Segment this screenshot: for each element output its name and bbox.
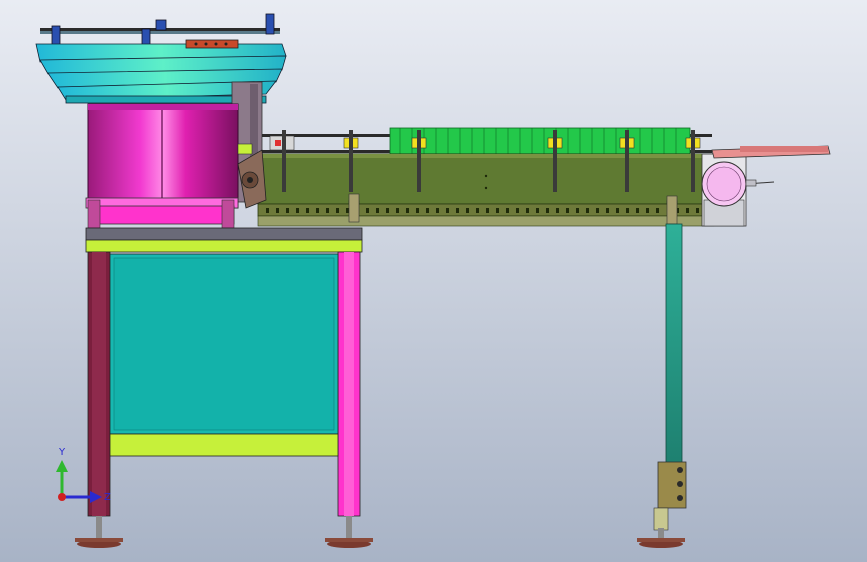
triad-y-label: Y (58, 447, 66, 458)
machine-drawing: Y Z (0, 0, 867, 562)
bowl-drive-body (87, 103, 239, 209)
support-post (665, 223, 683, 465)
rail-clamp (155, 19, 167, 31)
frame-bottom-rail (109, 433, 339, 457)
rail-clamp (51, 25, 61, 47)
cad-viewport[interactable]: Y Z (0, 0, 867, 562)
triad-z-label: Z (104, 492, 111, 503)
bowl-chute (185, 39, 239, 49)
rail-clamp (265, 13, 275, 35)
triad-origin (58, 493, 66, 501)
frame-top-rail (85, 239, 363, 253)
conveyor-body (257, 153, 715, 205)
product-row (389, 127, 691, 155)
bowl-base-plate (89, 205, 235, 225)
frame-top-plate (85, 227, 363, 241)
